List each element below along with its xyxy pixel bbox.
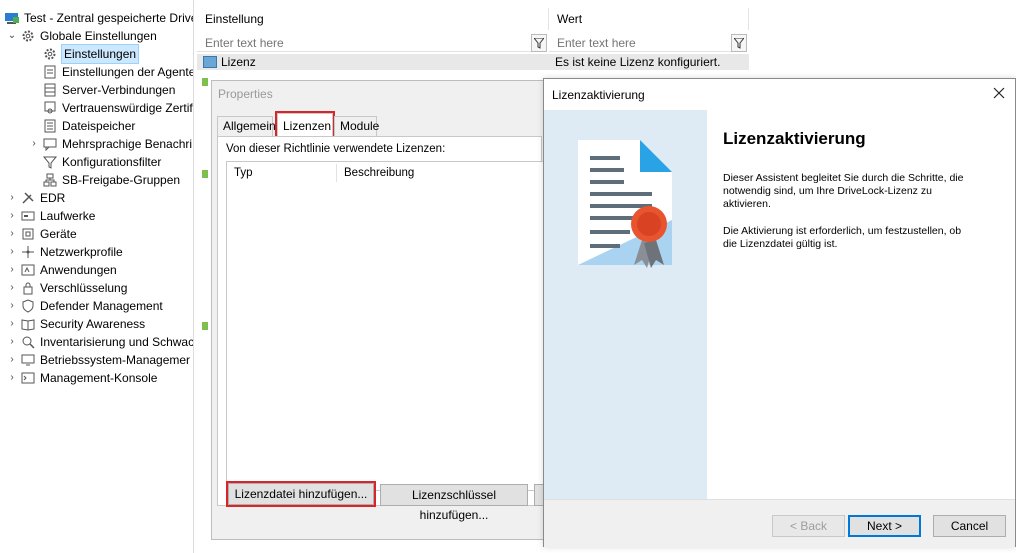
inventory-icon [20,334,36,350]
chevron-right-icon[interactable]: › [6,279,18,297]
chevron-right-icon[interactable]: › [6,189,18,207]
filter-icon [42,154,58,170]
drive-icon [20,208,36,224]
licenses-list[interactable]: Typ Beschreibung [226,161,546,491]
lizenzen-panel: Von dieser Richtlinie verwendete Lizenze… [217,136,546,506]
navigation-tree: Test - Zentral gespeicherte Drive ⌄ Glob… [0,0,194,553]
storage-icon [42,118,58,134]
tree-item-defender-management[interactable]: › Defender Management [6,297,162,315]
setting-icon [202,78,208,86]
table-cell-setting: Lizenz [221,55,256,69]
tree-item-betriebssystem-management[interactable]: › Betriebssystem-Managemer [6,351,190,369]
tools-icon [20,190,36,206]
tab-lizenzen[interactable]: Lizenzen [275,111,335,139]
notification-icon [42,136,58,152]
setting-icon [202,170,208,178]
add-license-key-button[interactable]: Lizenzschlüssel hinzufügen... [380,484,528,522]
wizard-title: Lizenzaktivierung [552,88,645,102]
book-icon [20,316,36,332]
tab-module[interactable]: Module [334,116,379,136]
chevron-right-icon[interactable]: › [6,243,18,261]
properties-title: Properties [218,87,273,101]
tab-allgemein[interactable]: Allgemein [217,116,276,136]
device-icon [20,226,36,242]
tree-item-globale-einstellungen[interactable]: ⌄ Globale Einstellungen [6,27,157,45]
chevron-down-icon[interactable]: ⌄ [6,27,18,45]
filter-einstellung [197,32,549,54]
tree-item-dateispeicher[interactable]: Dateispeicher [42,117,135,135]
table-row[interactable]: Lizenz Es ist keine Lizenz konfiguriert. [197,54,749,70]
tree-item-management-konsole[interactable]: › Management-Konsole [6,369,157,387]
close-icon[interactable] [991,85,1007,101]
back-button[interactable]: < Back [772,515,845,537]
column-header-typ[interactable]: Typ [227,164,337,182]
wizard-activation-note: Die Aktivierung ist erforderlich, um fes… [723,225,962,250]
filter-wert [549,32,749,54]
properties-dialog: Properties Allgemein Lizenzen Module Von… [211,80,546,540]
chevron-right-icon[interactable]: › [6,207,18,225]
shield-icon [20,298,36,314]
license-document-icon [578,140,672,268]
tree-root[interactable]: Test - Zentral gespeicherte Drive [4,9,194,27]
chevron-right-icon[interactable]: › [6,225,18,243]
chevron-right-icon[interactable]: › [6,351,18,369]
tree-item-edr[interactable]: › EDR [6,189,65,207]
wizard-side-panel [544,110,707,499]
tree-item-vertrauenswuerdige-zertifikate[interactable]: Vertrauenswürdige Zertif [42,99,193,117]
wizard-heading: Lizenzaktivierung [723,129,866,148]
console-icon [20,370,36,386]
computer-icon [4,10,20,26]
share-icon [42,172,58,188]
lock-icon [20,280,36,296]
wizard-description: Dieser Assistent begleitet Sie durch die… [723,172,964,210]
tree-item-netzwerkprofile[interactable]: › Netzwerkprofile [6,243,122,261]
licenses-label: Von dieser Richtlinie verwendete Lizenze… [226,143,446,155]
network-icon [20,244,36,260]
tree-item-konfigurationsfilter[interactable]: Konfigurationsfilter [42,153,161,171]
tree-item-geraete[interactable]: › Geräte [6,225,76,243]
tree-item-anwendungen[interactable]: › Anwendungen [6,261,116,279]
tree-item-laufwerke[interactable]: › Laufwerke [6,207,95,225]
add-license-file-button[interactable]: Lizenzdatei hinzufügen... [226,481,376,507]
tree-item-inventarisierung[interactable]: › Inventarisierung und Schwac [6,333,193,351]
tree-item-sb-freigabe-gruppen[interactable]: SB-Freigabe-Gruppen [42,171,180,189]
chevron-right-icon[interactable]: › [6,333,18,351]
chevron-right-icon[interactable]: › [6,315,18,333]
tree-item-server-verbindungen[interactable]: Server-Verbindungen [42,81,175,99]
column-header-beschreibung[interactable]: Beschreibung [337,164,545,182]
tree-item-einstellungen[interactable]: Einstellungen [42,44,140,64]
application-icon [20,262,36,278]
monitor-icon [20,352,36,368]
chevron-right-icon[interactable]: › [6,261,18,279]
chevron-right-icon[interactable]: › [6,297,18,315]
license-icon [203,56,217,68]
document-icon [42,64,58,80]
filter-input-wert[interactable] [549,34,731,52]
chevron-right-icon[interactable]: › [28,135,40,153]
column-header-einstellung[interactable]: Einstellung [197,8,549,30]
filter-icon[interactable] [731,34,747,52]
gear-icon [42,46,58,62]
chevron-right-icon[interactable]: › [6,369,18,387]
server-icon [42,82,58,98]
wizard-footer: < Back Next > Cancel [544,499,1015,547]
gear-icon [20,28,36,44]
table-cell-value: Es ist keine Lizenz konfiguriert. [555,55,721,69]
tree-item-einstellungen-der-agenten[interactable]: Einstellungen der Agente [42,63,193,81]
cancel-button[interactable]: Cancel [933,515,1006,537]
tree-root-label: Test - Zentral gespeicherte Drive [24,11,194,25]
tree-item-mehrsprachige-benachrichtigungen[interactable]: › Mehrsprachige Benachri [28,135,192,153]
certificate-icon [42,100,58,116]
grid-row-icons [200,78,210,338]
column-header-wert[interactable]: Wert [549,8,749,30]
setting-icon [202,322,208,330]
filter-input-einstellung[interactable] [197,34,531,52]
license-activation-wizard: Lizenzaktivierung Lizenzaktivierung Dies… [543,78,1016,547]
tree-item-security-awareness[interactable]: › Security Awareness [6,315,145,333]
next-button[interactable]: Next > [848,515,921,537]
tree-item-verschluesselung[interactable]: › Verschlüsselung [6,279,127,297]
filter-icon[interactable] [531,34,547,52]
